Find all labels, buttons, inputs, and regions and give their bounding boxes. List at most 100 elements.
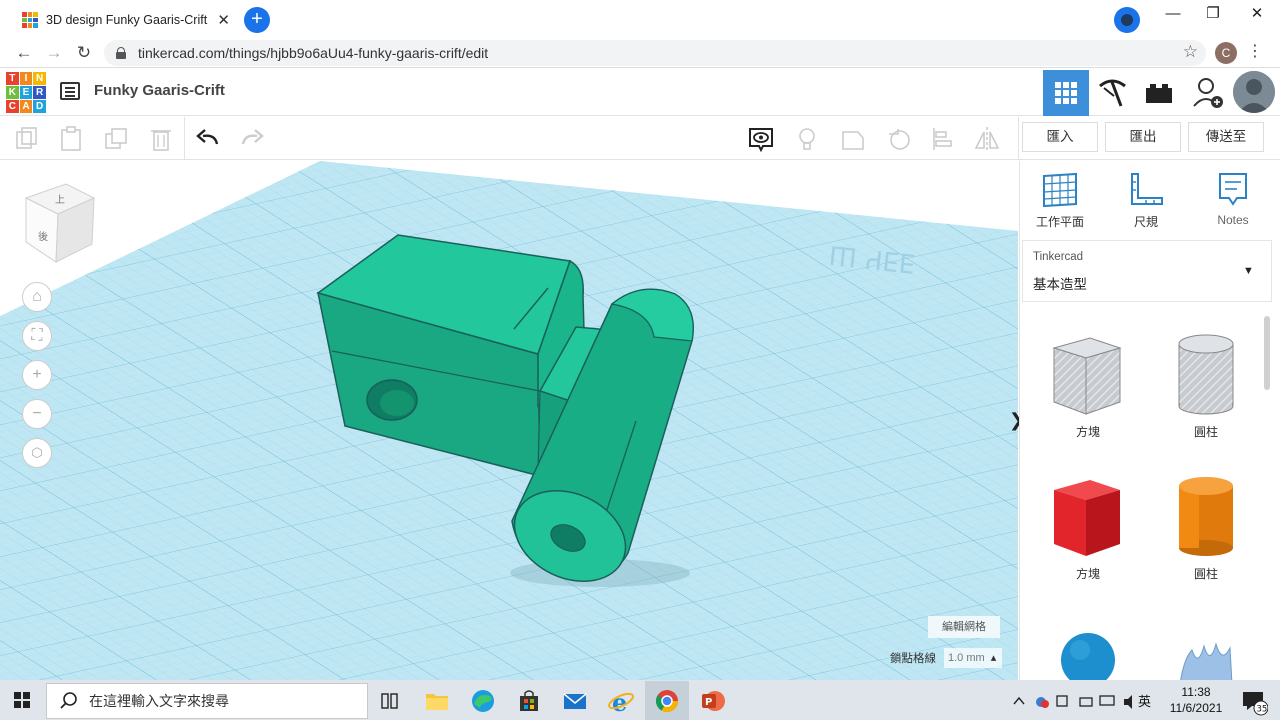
back-button[interactable]: ← [12,41,36,65]
new-tab-button[interactable]: + [244,7,270,33]
logo-letter: D [33,100,46,113]
shape-label: 方塊 [1075,567,1100,581]
logo-letter: R [33,86,46,99]
notes-icon [1219,173,1247,206]
svg-text:P: P [705,697,712,708]
logo-letter: I [19,72,33,85]
shape-label: 圓柱 [1193,425,1218,439]
shape-tile-sphere[interactable] [1048,628,1128,680]
workplane-canvas: Ш ЧЕЕ [0,161,1018,681]
mirror-icon[interactable] [972,124,1002,154]
perspective-icon[interactable]: ⬡ [22,438,52,468]
powerpoint-icon[interactable]: P [698,686,728,716]
ruler-label: 尺規 [1133,215,1158,229]
tinkercad-logo[interactable]: TIN KER CAD [6,72,46,113]
design-title[interactable]: Funky Gaaris-Crift [94,82,225,99]
hole-shape-icon[interactable] [884,124,914,154]
codeblocks-pickaxe-icon[interactable] [1094,74,1130,112]
delete-icon[interactable] [146,124,176,154]
edit-grid-button[interactable]: 編輯網格 [928,616,1000,638]
undo-icon[interactable] [193,124,223,154]
logo-letter: N [33,72,46,85]
paste-icon[interactable] [56,124,86,154]
redo-icon[interactable] [237,124,267,154]
3d-workspace[interactable]: Ш ЧЕЕ [0,161,1018,681]
search-icon [60,692,77,709]
notes-visibility-icon[interactable] [746,124,776,154]
chrome-icon[interactable] [652,686,682,716]
user-avatar[interactable] [1233,71,1275,113]
logo-letter: K [6,86,19,99]
forward-button[interactable]: → [42,41,66,65]
shapes-scrollbar[interactable] [1264,316,1270,390]
design-menu-icon[interactable] [60,82,80,100]
ruler-button[interactable]: 尺規 [1116,170,1176,230]
duplicate-icon[interactable] [102,124,132,154]
logo-letter: A [19,100,33,113]
box-hole-icon [1052,337,1122,415]
dropdown-caret-icon: ▼ [1243,265,1254,277]
box-icon [1054,480,1120,556]
fit-view-icon[interactable]: ⛶ [22,321,52,351]
3d-view-grid-icon[interactable] [1043,70,1089,116]
zoom-out-icon[interactable]: − [22,399,52,429]
workplane-icon [1043,172,1077,208]
notification-count: 35 [1257,705,1268,715]
send-to-button[interactable]: 傳送至 [1188,122,1264,152]
export-button[interactable]: 匯出 [1105,122,1181,152]
windows-start-icon[interactable] [0,680,44,720]
restore-button[interactable]: ❐ [1190,0,1236,30]
taskbar-clock[interactable]: 11:38 11/6/2021 [1164,684,1228,716]
close-window-button[interactable]: ✕ [1234,0,1280,30]
taskbar-search-input[interactable]: 在這裡輸入文字來搜尋 [46,683,368,719]
bricks-icon[interactable] [1141,74,1177,112]
store-icon[interactable] [514,686,544,716]
url-field[interactable]: tinkercad.com/things/hjbb9o6aUu4-funky-g… [104,40,1206,66]
profile-avatar[interactable]: C [1215,42,1237,64]
browser-tab[interactable]: 3D design Funky Gaaris-Crift | T ✕ [8,4,240,36]
search-placeholder: 在這裡輸入文字來搜尋 [89,693,229,709]
notes-button[interactable]: Notes [1203,170,1263,230]
shape-tile-box[interactable]: 方塊 [1048,472,1128,582]
view-cube-top-label: 上 [55,194,65,206]
add-user-icon[interactable] [1190,74,1226,112]
logo-letter: T [6,72,19,85]
logo-letter: E [19,86,33,99]
svg-text:e: e [612,688,627,716]
internet-explorer-icon[interactable]: e [606,686,636,716]
light-bulb-icon[interactable] [792,124,822,154]
browser-menu-icon[interactable]: ⋮ [1246,40,1264,66]
mail-icon[interactable] [560,686,590,716]
logo-letter: C [6,100,19,113]
import-button[interactable]: 匯入 [1022,122,1098,152]
workplane-button[interactable]: 工作平面 [1030,170,1090,230]
shape-tile-box-hole[interactable]: 方塊 [1048,330,1128,440]
shape-tile-cylinder-hole[interactable]: 圓柱 [1166,330,1246,440]
zoom-in-icon[interactable]: + [22,360,52,390]
task-view-icon[interactable] [375,686,405,716]
tab-close-icon[interactable]: ✕ [217,11,230,29]
view-cube[interactable]: 上 後 [22,178,98,268]
solid-shape-icon[interactable] [838,124,868,154]
home-view-icon[interactable]: ⌂ [22,282,52,312]
shape-tile-scribble[interactable] [1166,628,1246,680]
edge-browser-icon[interactable] [468,686,498,716]
system-tray-icons[interactable]: 英 [1010,690,1160,712]
ruler-icon [1131,173,1163,205]
shape-label: 圓柱 [1193,567,1218,581]
snap-grid-value: 1.0 mm [948,652,985,664]
clock-time: 11:38 [1181,685,1211,699]
url-text: tinkercad.com/things/hjbb9o6aUu4-funky-g… [138,45,489,61]
workplane-label: 工作平面 [1035,215,1084,229]
media-control-icon[interactable] [1114,7,1140,33]
shape-tile-cylinder[interactable]: 圓柱 [1166,472,1246,582]
shape-label: 方塊 [1075,425,1100,439]
file-explorer-icon[interactable] [422,686,452,716]
align-icon[interactable] [928,124,958,154]
reload-button[interactable]: ↻ [72,41,96,65]
copy-icon[interactable] [12,124,42,154]
notification-center-icon[interactable]: 35 [1238,686,1268,716]
library-name: 基本造型 [1033,277,1087,292]
bookmark-star-icon[interactable]: ☆ [1183,42,1198,62]
snap-grid-select[interactable]: 1.0 mm ▴ [944,648,1002,668]
